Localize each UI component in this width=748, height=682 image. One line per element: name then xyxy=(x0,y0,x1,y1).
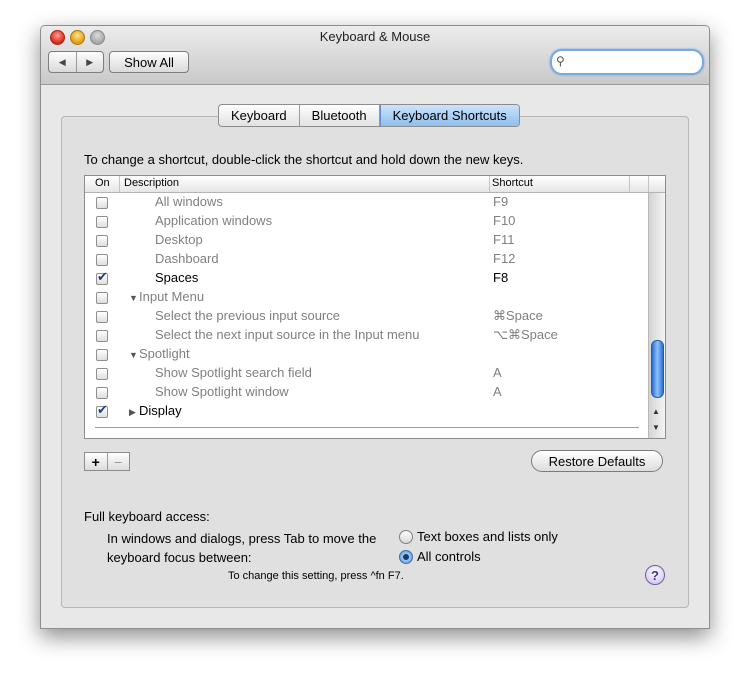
table-row[interactable]: ▼Input Menu xyxy=(85,288,647,307)
row-checkbox[interactable] xyxy=(96,292,108,304)
radio-label[interactable]: All controls xyxy=(417,549,481,564)
forward-arrow-icon[interactable]: ▶ xyxy=(77,52,104,72)
column-header-description[interactable]: Description xyxy=(124,177,179,189)
row-checkbox[interactable] xyxy=(96,387,108,399)
row-description: Application windows xyxy=(155,213,272,228)
scroll-down-arrow-icon[interactable]: ▼ xyxy=(652,423,660,432)
row-shortcut[interactable]: A xyxy=(493,384,502,399)
divider xyxy=(95,427,639,428)
table-row[interactable]: All windows F9 xyxy=(85,193,647,212)
row-description-text: Select the previous input source xyxy=(155,308,340,323)
keyboard-access-heading: Full keyboard access: xyxy=(84,509,210,524)
help-icon[interactable]: ? xyxy=(645,565,665,585)
table-row[interactable]: Show Spotlight window A xyxy=(85,383,647,402)
row-description: Desktop xyxy=(155,232,203,247)
row-checkbox[interactable] xyxy=(96,269,108,285)
column-header-on[interactable]: On xyxy=(95,177,110,189)
disclosure-closed-icon[interactable]: ▶ xyxy=(129,407,139,418)
scrollbar-thumb[interactable] xyxy=(651,340,664,398)
row-description-text: Dashboard xyxy=(155,251,219,266)
row-description: Select the next input source in the Inpu… xyxy=(155,327,420,342)
add-shortcut-button[interactable]: + xyxy=(85,453,108,470)
row-shortcut[interactable]: F10 xyxy=(493,213,515,228)
row-description-text: Select the next input source in the Inpu… xyxy=(155,327,420,342)
row-description: Dashboard xyxy=(155,251,219,266)
back-arrow-icon[interactable]: ◀ xyxy=(49,52,77,72)
row-checkbox[interactable] xyxy=(96,311,108,323)
row-checkbox[interactable] xyxy=(96,368,108,380)
row-description-text: Show Spotlight search field xyxy=(155,365,312,380)
table-row[interactable]: Select the next input source in the Inpu… xyxy=(85,326,647,345)
table-row[interactable]: Spaces F8 xyxy=(85,269,647,288)
row-description: ▶ Display xyxy=(129,403,182,418)
keyboard-access-note: To change this setting, press ^fn F7. xyxy=(228,570,404,582)
row-shortcut[interactable]: F12 xyxy=(493,251,515,266)
table-row[interactable]: Application windows F10 xyxy=(85,212,647,231)
table-row[interactable]: Show Spotlight search field A xyxy=(85,364,647,383)
row-checkbox[interactable] xyxy=(96,197,108,209)
disclosure-open-icon[interactable]: ▼ xyxy=(129,350,139,360)
row-checkbox[interactable] xyxy=(96,235,108,247)
row-checkbox[interactable] xyxy=(96,216,108,228)
disclosure-open-icon[interactable]: ▼ xyxy=(129,293,139,303)
row-checkbox[interactable] xyxy=(96,330,108,342)
row-shortcut[interactable]: F8 xyxy=(493,270,508,285)
row-shortcut[interactable]: ⌥⌘Space xyxy=(493,327,558,343)
row-shortcut[interactable]: F9 xyxy=(493,194,508,209)
window-title: Keyboard & Mouse xyxy=(319,29,431,44)
table-row[interactable]: ▼Spotlight xyxy=(85,345,647,364)
row-checkbox[interactable] xyxy=(96,349,108,361)
vertical-scrollbar[interactable]: ▲ ▼ xyxy=(648,193,665,438)
row-description: ▼Input Menu xyxy=(129,289,204,304)
radio-button-icon[interactable] xyxy=(399,530,413,544)
remove-shortcut-button[interactable]: − xyxy=(108,453,130,470)
row-shortcut[interactable]: F11 xyxy=(493,232,514,247)
row-shortcut[interactable]: ⌘Space xyxy=(493,308,543,324)
tab-bluetooth[interactable]: Bluetooth xyxy=(300,105,380,126)
row-description-text: Show Spotlight window xyxy=(155,384,289,399)
row-checkbox[interactable] xyxy=(96,402,108,418)
table-row[interactable]: ▶Display xyxy=(85,402,647,421)
column-header-shortcut[interactable]: Shortcut xyxy=(492,177,533,189)
radio-button-icon[interactable] xyxy=(399,550,413,564)
row-description-text: All windows xyxy=(155,194,223,209)
restore-defaults-button[interactable]: Restore Defaults xyxy=(531,450,663,472)
row-description-text: Spotlight xyxy=(139,346,190,361)
back-forward-control: ◀ ▶ xyxy=(48,51,104,73)
tab-keyboard-shortcuts[interactable]: Keyboard Shortcuts xyxy=(379,105,519,126)
scroll-up-arrow-icon[interactable]: ▲ xyxy=(652,407,660,416)
row-shortcut[interactable]: A xyxy=(493,365,502,380)
shortcuts-table: On Description Shortcut All windows F9 App… xyxy=(84,175,666,439)
row-description-text: Display xyxy=(139,403,182,418)
table-row[interactable]: Dashboard F12 xyxy=(85,250,647,269)
row-description-text: Spaces xyxy=(155,270,199,285)
title-bar: Keyboard & Mouse ◀ ▶ Show All ⚲ xyxy=(41,26,709,85)
tab-keyboard[interactable]: Keyboard xyxy=(219,105,300,126)
table-row[interactable]: Desktop F11 xyxy=(85,231,647,250)
preferences-window: Keyboard & Mouse ◀ ▶ Show All ⚲ Keyboard… xyxy=(40,25,710,629)
row-description: Show Spotlight window xyxy=(155,384,289,399)
radio-label[interactable]: Text boxes and lists only xyxy=(417,529,558,544)
row-description: ▼Spotlight xyxy=(129,346,190,361)
row-checkbox[interactable] xyxy=(96,254,108,266)
add-remove-control: + − xyxy=(84,452,130,471)
search-field[interactable]: ⚲ xyxy=(550,49,704,75)
row-description: Select the previous input source xyxy=(155,308,340,323)
instruction-text: To change a shortcut, double-click the s… xyxy=(84,152,524,167)
row-description-text: Application windows xyxy=(155,213,273,228)
show-all-button[interactable]: Show All xyxy=(109,51,189,73)
keyboard-access-description: In windows and dialogs, press Tab to mov… xyxy=(107,531,377,565)
table-row[interactable]: Select the previous input source ⌘Space xyxy=(85,307,647,326)
row-description-text: Desktop xyxy=(155,232,203,247)
row-description: Show Spotlight search field xyxy=(155,365,312,380)
row-description: All windows xyxy=(155,194,223,209)
table-header: On Description Shortcut xyxy=(85,176,665,193)
row-description-text: Input Menu xyxy=(139,289,205,304)
row-description: Spaces xyxy=(155,270,198,285)
search-icon: ⚲ xyxy=(556,54,565,68)
tab-bar: Keyboard Bluetooth Keyboard Shortcuts xyxy=(218,104,520,127)
